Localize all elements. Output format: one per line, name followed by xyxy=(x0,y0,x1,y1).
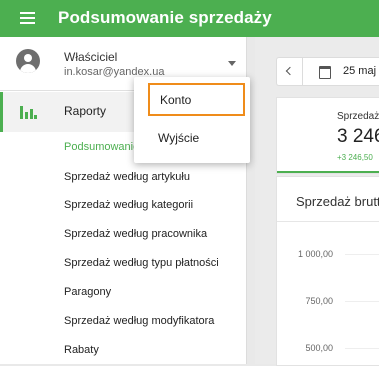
menu-item-account[interactable]: Konto xyxy=(148,83,245,116)
active-indicator xyxy=(0,92,3,132)
chart-gridline xyxy=(345,348,379,349)
summary-delta: +3 246,50 xyxy=(337,153,373,162)
sidebar-subitem-sales-by-category[interactable]: Sprzedaż według kategorii xyxy=(64,199,193,211)
caret-down-icon[interactable] xyxy=(228,61,236,66)
sidebar-subitem-sales-by-modifier[interactable]: Sprzedaż według modyfikatora xyxy=(64,315,214,327)
summary-card[interactable]: Sprzedaż 3 246 +3 246,50 xyxy=(276,97,379,174)
chart-title: Sprzedaż brutto xyxy=(296,194,379,209)
sidebar-subitem-discounts[interactable]: Rabaty xyxy=(64,344,99,356)
chart-divider xyxy=(277,221,379,222)
y-tick-label: 500,00 xyxy=(305,343,333,353)
sidebar-subitem-receipts[interactable]: Paragony xyxy=(64,286,111,298)
chevron-left-icon[interactable] xyxy=(277,58,303,85)
hamburger-menu-icon[interactable] xyxy=(20,12,35,24)
gross-sales-chart-card: Sprzedaż brutto 1 000,00 750,00 500,00 xyxy=(276,176,379,366)
sidebar-subitem-sales-by-employee[interactable]: Sprzedaż według pracownika xyxy=(64,228,207,240)
y-tick-label: 1 000,00 xyxy=(297,249,333,259)
calendar-icon xyxy=(319,66,331,79)
chart-gridline xyxy=(345,301,379,302)
sidebar-subitem-sales-by-payment-type[interactable]: Sprzedaż według typu płatności xyxy=(64,257,219,269)
sidebar-item-reports-label: Raporty xyxy=(64,104,107,118)
page-title: Podsumowanie sprzedaży xyxy=(58,8,272,27)
account-circle-icon xyxy=(16,49,40,73)
menu-item-logout[interactable]: Wyjście xyxy=(158,131,199,145)
date-range-text: 25 maj xyxy=(343,65,377,77)
menu-item-account-label: Konto xyxy=(160,93,192,107)
date-range-picker[interactable]: 25 maj xyxy=(276,57,379,86)
sidebar-subitem-sales-by-item[interactable]: Sprzedaż według artykułu xyxy=(64,171,190,183)
chart-gridline xyxy=(345,254,379,255)
summary-value: 3 246 xyxy=(337,126,379,147)
selected-underline xyxy=(277,171,379,173)
summary-label: Sprzedaż xyxy=(337,111,379,122)
user-name: Właściciel xyxy=(64,50,118,64)
y-tick-label: 750,00 xyxy=(305,296,333,306)
app-toolbar: Podsumowanie sprzedaży xyxy=(0,0,379,37)
bar-chart-icon xyxy=(20,106,37,119)
